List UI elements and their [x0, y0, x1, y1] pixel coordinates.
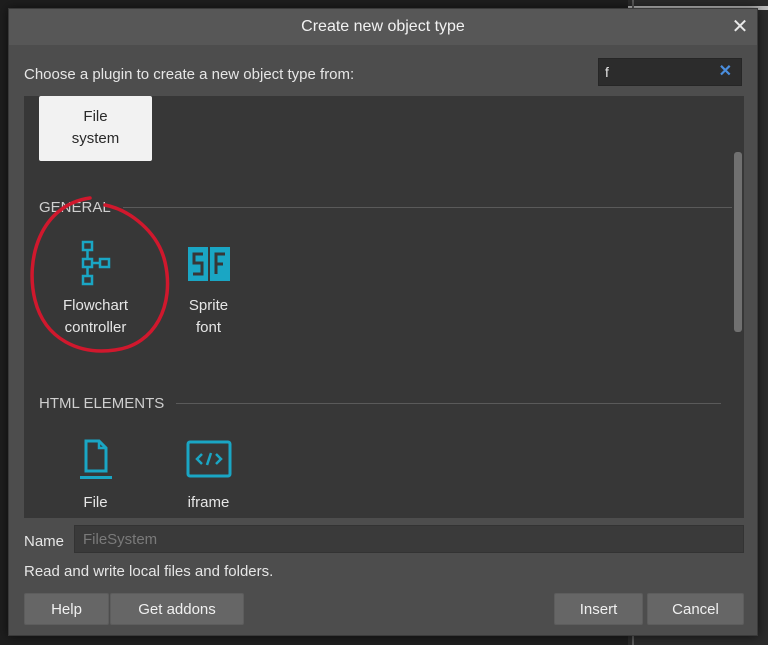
section-title: GENERAL: [39, 199, 111, 216]
plugin-item-label: font: [195, 319, 222, 336]
name-label: Name: [24, 533, 65, 550]
create-object-dialog: Create new object type ✕ Choose a plugin…: [8, 8, 758, 636]
plugin-item-file[interactable]: File: [39, 436, 152, 514]
plugin-prompt: Choose a plugin to create a new object t…: [24, 66, 355, 83]
flowchart-icon: [81, 240, 110, 286]
file-icon: [79, 439, 112, 479]
close-icon[interactable]: ✕: [729, 16, 751, 38]
get-addons-button[interactable]: Get addons: [110, 593, 244, 625]
section-divider: [122, 207, 733, 208]
clear-search-icon[interactable]: ✕: [719, 62, 732, 82]
help-button[interactable]: Help: [24, 593, 109, 625]
search-input[interactable]: [605, 62, 713, 82]
dialog-title: Create new object type: [301, 18, 465, 35]
plugin-item-label: iframe: [187, 494, 230, 511]
insert-button[interactable]: Insert: [554, 593, 643, 625]
list-scrollbar[interactable]: [732, 96, 744, 518]
plugin-item-file-system[interactable]: File system: [39, 96, 152, 161]
scrollbar-thumb[interactable]: [734, 152, 742, 332]
name-input[interactable]: [83, 529, 723, 549]
cancel-button[interactable]: Cancel: [647, 593, 744, 625]
plugin-item-label: controller: [64, 319, 127, 336]
plugin-item-label: File: [83, 108, 108, 125]
plugin-item-sprite-font[interactable]: Sprite font: [152, 239, 265, 339]
section-title: HTML ELEMENTS: [39, 395, 165, 412]
search-box[interactable]: ✕: [598, 58, 742, 86]
dialog-titlebar: Create new object type: [9, 9, 757, 45]
iframe-icon: [186, 440, 231, 478]
section-general: GENERAL: [39, 199, 733, 216]
section-divider: [176, 403, 722, 404]
name-field[interactable]: [74, 525, 744, 553]
plugin-item-label: Flowchart: [62, 297, 129, 314]
plugin-item-flowchart-controller[interactable]: Flowchart controller: [39, 239, 152, 339]
plugin-description: Read and write local files and folders.: [24, 563, 274, 580]
plugin-list: File system GENERAL Flowchart controller…: [24, 96, 744, 518]
sprite-font-icon: [187, 247, 230, 281]
plugin-item-label: Sprite: [188, 297, 229, 314]
plugin-item-label: system: [71, 130, 120, 147]
section-html-elements: HTML ELEMENTS: [39, 395, 722, 412]
plugin-item-label: File: [83, 494, 108, 511]
plugin-item-iframe[interactable]: iframe: [152, 436, 265, 514]
